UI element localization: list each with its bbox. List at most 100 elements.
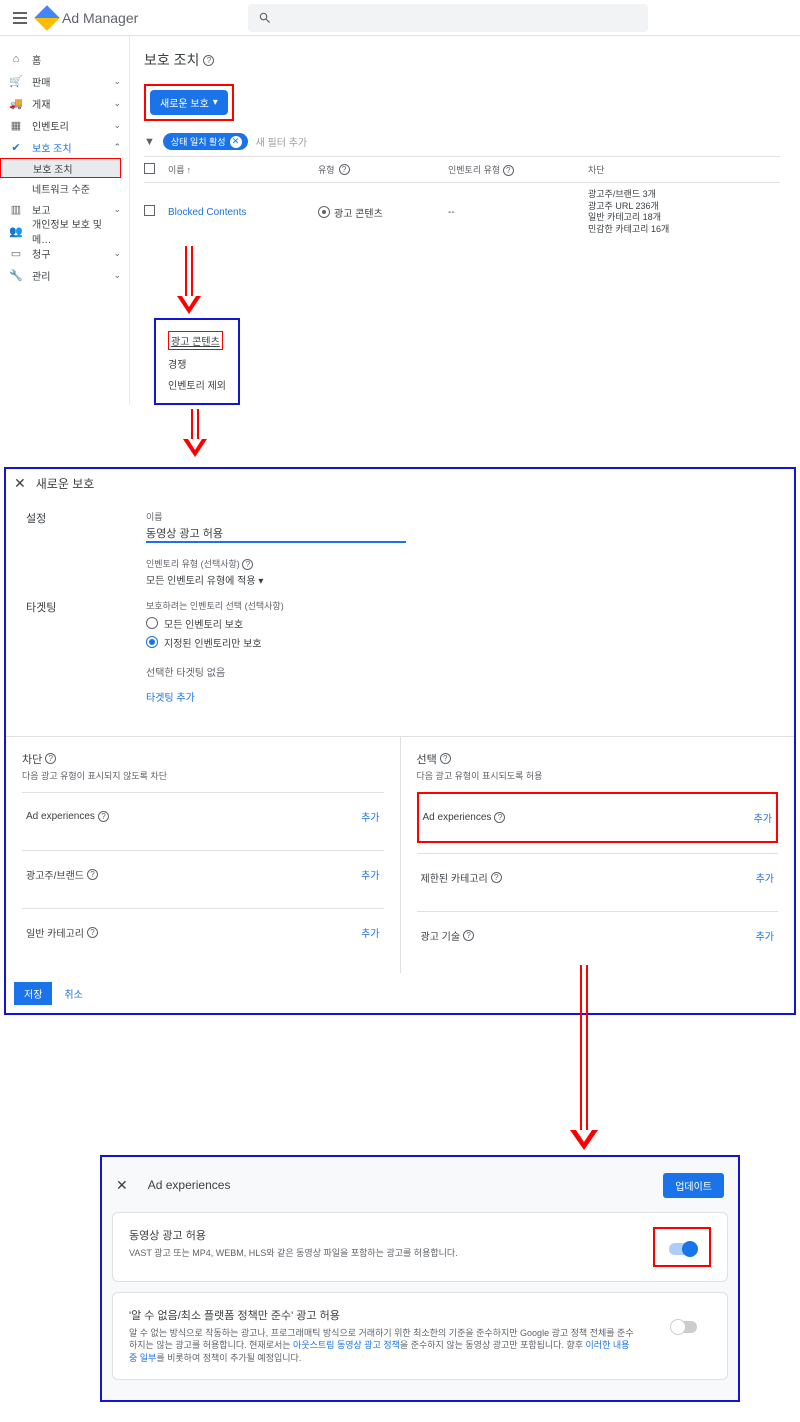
help-icon[interactable]: ? [440,753,451,764]
protections-table: 이름 ↑ 유형 ? 인벤토리 유형 ? 차단 Blocked Contents … [144,156,780,242]
save-button[interactable]: 저장 [14,982,52,1005]
help-icon[interactable]: ? [203,55,214,66]
help-icon[interactable]: ? [87,927,98,938]
radio-all-inventory[interactable]: 모든 인벤토리 보호 [146,616,774,631]
shield-icon: ✔ [8,139,24,155]
people-icon: 👥 [8,223,24,239]
home-icon: ⌂ [8,51,24,67]
col-type: 유형 ? [318,163,448,176]
radio-specific-inventory[interactable]: 지정된 인벤토리만 보호 [146,635,774,650]
dropdown-item-ad-content[interactable]: 광고 콘텐츠 [168,328,226,353]
protection-name-input[interactable] [146,525,406,543]
filter-icon[interactable]: ▼ [144,136,155,148]
annotation-arrow [174,246,204,314]
caret-down-icon: ▾ [213,97,218,108]
help-icon[interactable]: ? [98,811,109,822]
section-label-settings: 설정 [26,510,106,587]
chevron-down-icon: ⌄ [113,248,121,259]
sort-up-icon: ↑ [187,165,192,175]
help-icon[interactable]: ? [491,872,502,883]
help-icon[interactable]: ? [463,930,474,941]
truck-icon: 🚚 [8,95,24,111]
logo-icon [34,5,59,30]
allow-item-restricted-category: 제한된 카테고리 ? 추가 [417,853,779,901]
sidebar-item-home[interactable]: ⌂ 홈 [0,48,129,70]
close-icon[interactable]: ✕ [230,136,242,148]
allow-item-ad-experiences: Ad experiences ? 추가 [417,792,779,843]
main-layout: ⌂ 홈 🛒 판매 ⌄ 🚚 게재 ⌄ ▦ 인벤토리 ⌄ ✔ 보호 조치 ⌃ 보호 … [0,36,800,405]
targeting-section: 타겟팅 보호하려는 인벤토리 선택 (선택사항) 모든 인벤토리 보호 지정된 … [6,599,794,716]
sidebar-item-inventory[interactable]: ▦ 인벤토리 ⌄ [0,114,129,136]
sidebar-sub-network[interactable]: 네트워크 수준 [0,178,129,198]
add-button[interactable]: 추가 [361,867,379,882]
add-button[interactable]: 추가 [756,928,774,943]
cancel-button[interactable]: 취소 [64,986,82,1001]
add-button[interactable]: 추가 [754,810,772,825]
ad-experiences-modal: ✕ Ad experiences 업데이트 동영상 광고 허용 VAST 광고 … [100,1155,740,1402]
help-icon[interactable]: ? [339,164,350,175]
sidebar-item-billing[interactable]: ▭ 청구 ⌄ [0,242,129,264]
unknown-policy-toggle[interactable] [671,1321,697,1333]
allow-column: 선택? 다음 광고 유형이 표시되도록 허용 Ad experiences ? … [400,737,795,973]
card-title: 동영상 광고 허용 [129,1227,633,1243]
app-logo[interactable]: Ad Manager [38,9,138,27]
help-icon[interactable]: ? [503,165,514,176]
row-checkbox[interactable] [144,205,155,216]
chevron-down-icon: ⌄ [113,120,121,131]
target-icon [318,206,330,218]
video-ads-toggle[interactable] [669,1243,695,1255]
table-row: Blocked Contents 광고 콘텐츠 -- 광고주/브랜드 3개 광고… [144,182,780,242]
dropdown-item-competition[interactable]: 경쟁 [168,353,226,374]
block-item-advertiser: 광고주/브랜드 ? 추가 [22,850,384,898]
sidebar-item-privacy[interactable]: 👥 개인정보 보호 및 메… [0,220,129,242]
help-icon[interactable]: ? [242,559,253,570]
no-targeting-text: 선택한 타겟팅 없음 [146,664,774,679]
content-area: 보호 조치 ? 새로운 보호 ▾ ▼ 상태 일치 활성 ✕ 새 필터 추가 이름… [130,36,800,405]
sidebar-item-protection[interactable]: ✔ 보호 조치 ⌃ [0,136,129,158]
dropdown-item-inventory-exclude[interactable]: 인벤토리 제외 [168,374,226,395]
help-icon[interactable]: ? [87,869,98,880]
chevron-down-icon: ⌄ [113,270,121,281]
protection-link[interactable]: Blocked Contents [168,207,246,218]
sidebar: ⌂ 홈 🛒 판매 ⌄ 🚚 게재 ⌄ ▦ 인벤토리 ⌄ ✔ 보호 조치 ⌃ 보호 … [0,36,130,405]
card-title: '알 수 없음/최소 플랫폼 정책만 준수' 광고 허용 [129,1307,637,1323]
add-button[interactable]: 추가 [361,809,379,824]
add-targeting-button[interactable]: 타겟팅 추가 [146,689,774,704]
close-icon[interactable]: ✕ [116,1177,128,1194]
col-name[interactable]: 이름 ↑ [168,163,318,176]
select-all-checkbox[interactable] [144,163,155,174]
grid-icon: ▦ [8,117,24,133]
annotation-arrow [380,1025,800,1155]
search-bar[interactable] [248,4,648,32]
sidebar-sub-protection[interactable]: 보호 조치 [0,158,121,178]
add-filter[interactable]: 새 필터 추가 [256,134,308,149]
block-title: 차단? [22,751,384,767]
name-label: 이름 [146,510,774,523]
inv-type-select[interactable]: 모든 인벤토리 유형에 적용 ▾ [146,572,774,587]
settings-section: 설정 이름 인벤토리 유형 (선택사항) ? 모든 인벤토리 유형에 적용 ▾ [6,498,794,599]
filter-chip[interactable]: 상태 일치 활성 ✕ [163,133,248,150]
hamburger-icon[interactable] [8,6,32,30]
cart-icon: 🛒 [8,73,24,89]
modal-header: ✕ Ad experiences 업데이트 [112,1167,728,1212]
outstream-policy-link[interactable]: 아웃스트림 동영상 광고 정책 [293,1340,400,1350]
sidebar-item-admin[interactable]: 🔧 관리 ⌄ [0,264,129,286]
radio-icon [146,617,158,629]
chevron-down-icon: ⌄ [113,204,121,215]
sidebar-item-sales[interactable]: 🛒 판매 ⌄ [0,70,129,92]
annotation-box [653,1227,711,1267]
annotation-arrow [180,409,210,457]
new-protection-button[interactable]: 새로운 보호 ▾ [150,90,228,115]
add-button[interactable]: 추가 [756,870,774,885]
update-button[interactable]: 업데이트 [663,1173,724,1198]
card-desc: VAST 광고 또는 MP4, WEBM, HLS와 같은 동영상 파일을 포함… [129,1247,633,1260]
allow-item-ad-tech: 광고 기술 ? 추가 [417,911,779,959]
sidebar-item-delivery[interactable]: 🚚 게재 ⌄ [0,92,129,114]
panel-title: 새로운 보호 [36,475,95,492]
add-button[interactable]: 추가 [361,925,379,940]
close-icon[interactable]: ✕ [14,475,26,492]
help-icon[interactable]: ? [45,753,56,764]
caret-down-icon: ▾ [258,576,263,587]
help-icon[interactable]: ? [494,812,505,823]
block-item-general-category: 일반 카테고리 ? 추가 [22,908,384,956]
